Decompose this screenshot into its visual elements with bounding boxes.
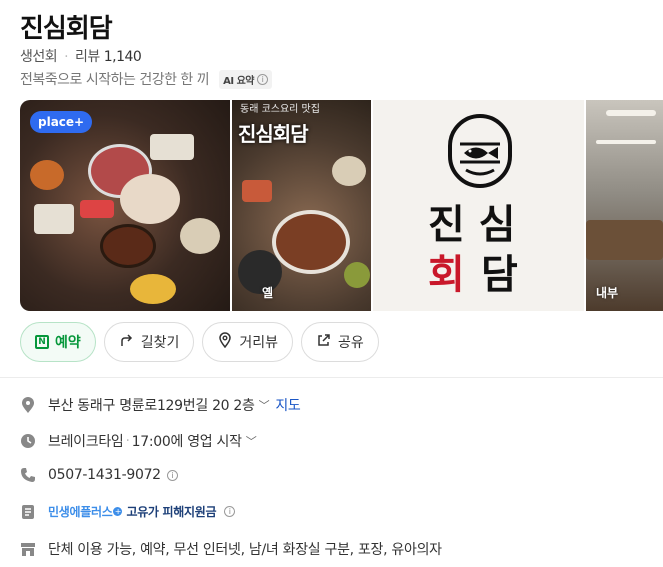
side-dish [30,160,64,190]
info-icon[interactable]: i [224,506,236,517]
side-dish [150,134,194,160]
side-dish [344,262,370,288]
section-divider [0,377,663,378]
photo-caption-review: 옐 [262,286,274,300]
category-label: 생선회 [20,49,58,65]
summary-text: 전복죽으로 시작하는 건강한 한 끼 [20,72,210,88]
chevron-down-icon[interactable]: ﹀ [246,433,257,449]
ai-summary-badge[interactable]: AI 요약 i [219,69,272,89]
share-icon [316,332,332,352]
phone-row: 0507-1431-9072 i [20,467,178,483]
naver-reserve-icon: N [35,335,49,349]
ai-badge-label: AI 요약 [223,75,254,87]
sashimi-slices [80,200,114,218]
phone-number[interactable]: 0507-1431-9072 [48,467,161,483]
photo-caption-interior: 내부 [596,286,619,300]
address-text[interactable]: 부산 동래구 명륜로129번길 20 2층 [48,395,255,415]
action-bar: N 예약 길찾기 거리뷰 공유 [20,322,379,362]
reserve-label: 예약 [55,335,81,351]
place-plus-badge: place+ [30,111,93,133]
amenities-row: 단체 이용 가능, 예약, 무선 인터넷, 남/녀 화장실 구분, 포장, 유아… [20,539,442,559]
counter [586,220,663,260]
logo-text-red: 회 [428,252,465,298]
photo-restaurant-table[interactable]: 동래 코스요리 맛집 진심회담 옐 [232,100,371,311]
noodle-plate [272,210,350,274]
side-dish [180,218,220,254]
document-icon [20,504,36,520]
side-dish [130,274,176,304]
phone-icon [20,467,36,483]
review-count[interactable]: 1,140 [104,49,142,65]
info-icon: i [256,73,268,85]
photo-interior[interactable]: 내부 [586,100,663,311]
gowon-label: 고유가 피해지원금 [126,505,217,519]
stone-bowl [238,250,282,294]
share-label: 공유 [338,335,364,351]
street-view-label: 거리뷰 [239,335,279,351]
address-row: 부산 동래구 명륜로129번길 20 2층 ﹀ 지도 [20,395,301,415]
place-title: 진심회담 [20,14,113,44]
stew-bowl [100,224,156,268]
review-label[interactable]: 리뷰 [75,49,100,65]
side-dish [242,180,272,202]
ceiling-light [596,140,656,144]
separator-dot: · [125,433,130,449]
directions-label: 길찾기 [140,335,180,351]
plus-icon: + [113,507,123,516]
chevron-down-icon[interactable]: ﹀ [259,397,270,413]
map-link[interactable]: 지도 [275,395,300,415]
amenities-text: 단체 이용 가능, 예약, 무선 인터넷, 남/녀 화장실 구분, 포장, 유아… [48,542,442,558]
directions-icon [119,332,135,352]
store-icon [20,541,36,557]
location-pin-icon [217,332,233,352]
sign-subtitle: 동래 코스요리 맛집 [240,104,320,115]
minsaeng-label: 민생에플러스 [48,505,113,519]
plate [120,174,180,224]
clock-icon [20,433,36,449]
benefit-row: 민생에플러스 + 고유가 피해지원금 i [20,503,236,520]
info-icon[interactable]: i [166,469,178,481]
directions-button[interactable]: 길찾기 [103,322,195,362]
photo-food-spread[interactable]: place+ [20,100,230,311]
map-pin-icon [20,397,36,413]
hours-text: 17:00에 영업 시작 [131,434,242,450]
reserve-button[interactable]: N 예약 [20,322,96,362]
ai-summary: 전복죽으로 시작하는 건강한 한 끼 AI 요약 i [20,69,272,89]
place-meta: 생선회 · 리뷰 1,140 [20,46,142,66]
side-dish [34,204,74,234]
ceiling-light [606,110,656,116]
photo-gallery[interactable]: place+ 동래 코스요리 맛집 진심회담 옐 진 심 회 담 내부 [20,100,663,311]
restaurant-sign: 진심회담 [238,122,309,146]
street-view-button[interactable]: 거리뷰 [202,322,294,362]
share-button[interactable]: 공유 [301,322,379,362]
fish-logo-icon [448,114,512,188]
separator-dot: · [64,49,69,65]
photo-logo[interactable]: 진 심 회 담 [373,100,584,311]
hours-row[interactable]: 브레이크타임 · 17:00에 영업 시작 ﹀ [20,431,257,451]
break-time-label: 브레이크타임 [48,434,124,450]
logo-text-black: 담 [481,252,518,298]
side-dish [332,156,366,186]
